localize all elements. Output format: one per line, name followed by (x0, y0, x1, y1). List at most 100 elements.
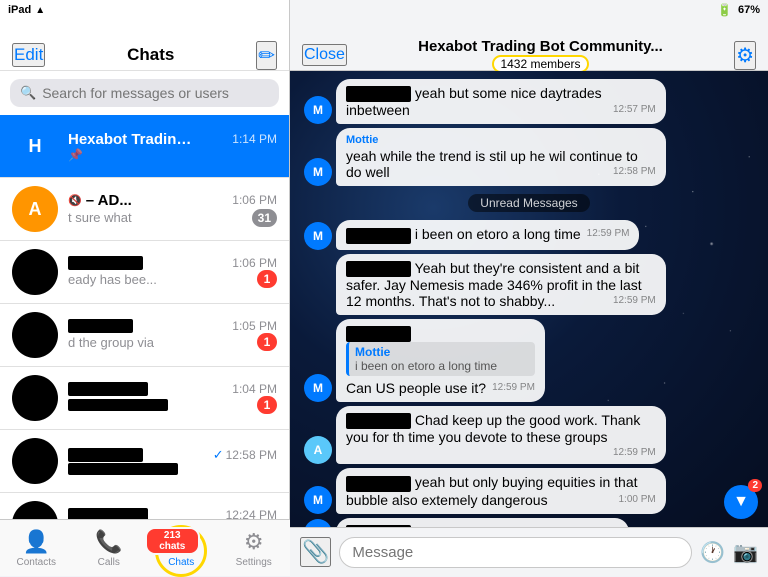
chat-name-redacted (68, 256, 143, 270)
chat-item[interactable]: A 🔇 – AD... 1:06 PM t sure what 31 (0, 178, 289, 241)
chat-name: Hexabot Trading Bot Com... (68, 131, 198, 148)
message-input-bar: 📎 🕐 📷 (290, 527, 768, 576)
search-input[interactable] (42, 85, 269, 101)
avatar: M (304, 374, 332, 402)
message-time: 12:59 PM (613, 447, 656, 458)
members-badge: 1432 members (492, 55, 588, 73)
compose-button[interactable]: ✏ (256, 41, 277, 70)
tab-contacts[interactable]: 👤 Contacts (0, 529, 73, 568)
tab-label: Settings (236, 557, 272, 568)
unread-label: Unread Messages (468, 194, 589, 212)
redacted-block (346, 261, 411, 277)
chat-header: Close Hexabot Trading Bot Community... 1… (290, 20, 768, 71)
chat-item[interactable]: 1:04 PM 1 (0, 367, 289, 430)
avatar: M (304, 519, 332, 527)
chat-info: ✓12:58 PM (68, 447, 277, 475)
message-sender: Mottie (346, 134, 656, 146)
chat-preview: d the group via (68, 335, 154, 350)
message-time: 1:00 PM (582, 526, 619, 527)
chevron-down-icon: ▼ (733, 493, 749, 511)
message-bubble: yeah but some nice daytrades inbetween 1… (336, 79, 666, 124)
message-row: M not sure, but dont think so 1:00 PM (300, 518, 758, 527)
message-row: A Chad keep up the good work. Thank you … (300, 406, 758, 464)
search-bar[interactable]: 🔍 (10, 79, 279, 107)
members-badge-container: 1432 members (347, 55, 734, 73)
message-row: M Mottie yeah while the trend is stil up… (300, 128, 758, 186)
tab-calls[interactable]: 📞 Calls (73, 529, 146, 568)
message-row: M yeah but only buying equities in that … (300, 468, 758, 513)
chat-header-center: Hexabot Trading Bot Community... 1432 me… (347, 38, 734, 73)
message-time: 1:00 PM (619, 494, 656, 505)
message-bubble: Chad keep up the good work. Thank you fo… (336, 406, 666, 464)
chat-time: 1:14 PM (232, 132, 277, 146)
chat-name-redacted (68, 382, 148, 396)
chat-item[interactable]: 1:05 PM d the group via 1 (0, 304, 289, 367)
left-panel: iPad ▲ Edit Chats ✏ 🔍 H Hexabot Trading … (0, 0, 290, 576)
message-time: 12:59 PM (587, 228, 630, 239)
badge: 1 (257, 333, 277, 351)
chat-info: 1:05 PM d the group via 1 (68, 319, 277, 351)
tab-chats[interactable]: 💬 Chats 213 chats (145, 529, 218, 568)
avatar (12, 249, 58, 295)
contacts-icon: 👤 (23, 529, 50, 555)
avatar (12, 312, 58, 358)
message-bubble: Mottie yeah while the trend is stil up h… (336, 128, 666, 186)
right-panel: 🔋 67% Close Hexabot Trading Bot Communit… (290, 0, 768, 576)
chat-info: Hexabot Trading Bot Com... 1:14 PM 📌 (68, 131, 277, 162)
avatar: M (304, 486, 332, 514)
edit-button[interactable]: Edit (12, 43, 45, 67)
avatar: M (304, 222, 332, 250)
message-time: 12:59 PM (613, 295, 656, 306)
message-row: M yeah but some nice daytrades inbetween… (300, 79, 758, 124)
avatar (12, 375, 58, 421)
message-time: 12:58 PM (613, 166, 656, 177)
chat-name-redacted (68, 319, 133, 333)
chat-name-redacted (68, 448, 143, 462)
chat-time: 1:06 PM (232, 193, 277, 207)
chat-settings-button[interactable]: ⚙ (734, 41, 756, 70)
chat-item[interactable]: 1:06 PM eady has bee... 1 (0, 241, 289, 304)
chat-info: 🔇 – AD... 1:06 PM t sure what 31 (68, 192, 277, 227)
wifi-icon: ▲ (35, 5, 45, 16)
redacted-block (346, 86, 411, 102)
input-right-icons: 🕐 📷 (700, 540, 758, 565)
chat-time: ✓12:58 PM (213, 447, 277, 463)
tab-settings[interactable]: ⚙ Settings (218, 529, 291, 568)
clock-icon[interactable]: 🕐 (700, 540, 725, 565)
messages-area[interactable]: M yeah but some nice daytrades inbetween… (290, 71, 768, 527)
settings-icon: ⚙ (244, 529, 264, 555)
badge: 1 (257, 396, 277, 414)
avatar: A (304, 436, 332, 464)
scroll-to-bottom-button[interactable]: ▼ 2 (724, 485, 758, 519)
left-header: Edit Chats ✏ (0, 20, 289, 71)
avatar: A (12, 186, 58, 232)
chat-list: H Hexabot Trading Bot Com... 1:14 PM 📌 A… (0, 115, 289, 554)
chat-item[interactable]: H Hexabot Trading Bot Com... 1:14 PM 📌 (0, 115, 289, 178)
redacted-block (346, 326, 411, 342)
message-input[interactable] (339, 537, 692, 568)
scroll-badge: 2 (748, 479, 762, 492)
badge: 31 (252, 209, 277, 227)
attach-button[interactable]: 📎 (300, 537, 331, 567)
message-row: Yeah but they're consistent and a bit sa… (300, 254, 758, 315)
chat-info: 1:06 PM eady has bee... 1 (68, 256, 277, 288)
avatar-spacer (304, 287, 332, 315)
battery-label: 67% (738, 4, 760, 16)
tab-label: Calls (98, 557, 120, 568)
message-reply: Mottie i been on etoro a long time (346, 342, 535, 376)
message-bubble: Mottie i been on etoro a long time Can U… (336, 319, 545, 402)
tab-label: Contacts (17, 557, 56, 568)
redacted-block (346, 476, 411, 492)
chat-preview-redacted (68, 399, 168, 411)
redacted-block (346, 228, 411, 244)
calls-icon: 📞 (95, 529, 122, 555)
pin-icon: 📌 (68, 148, 83, 162)
chat-info: 1:04 PM 1 (68, 382, 277, 414)
chat-item[interactable]: ✓12:58 PM (0, 430, 289, 493)
chat-header-name: Hexabot Trading Bot Community... (347, 38, 734, 55)
message-row: M i been on etoro a long time 12:59 PM (300, 220, 758, 249)
avatar: M (304, 158, 332, 186)
camera-icon[interactable]: 📷 (733, 540, 758, 565)
close-button[interactable]: Close (302, 44, 347, 66)
badge: 1 (257, 270, 277, 288)
